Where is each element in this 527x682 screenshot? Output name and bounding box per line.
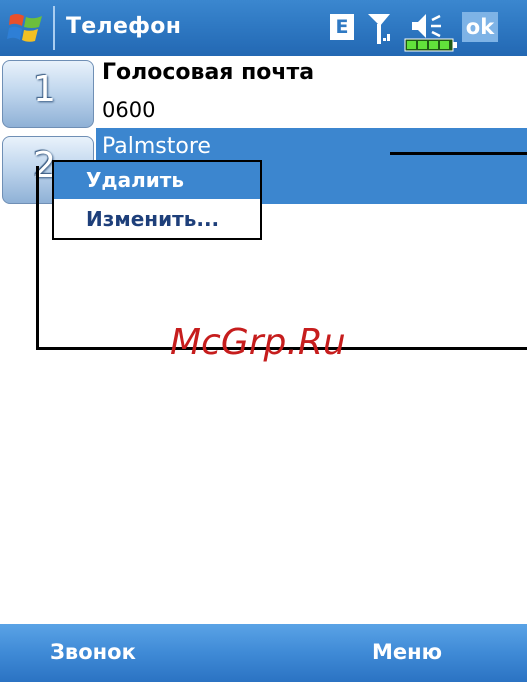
speed-dial-entry-number: 0600 — [102, 98, 156, 122]
window-title: Телефон — [66, 14, 182, 39]
speed-dial-entry-name[interactable]: Palmstore — [102, 134, 211, 159]
menu-softkey[interactable]: Меню — [372, 640, 442, 664]
speed-dial-key-label: 1 — [33, 69, 56, 110]
watermark: McGrp.Ru — [170, 322, 346, 363]
edge-network-icon[interactable]: E — [330, 14, 354, 40]
title-bar: Телефон E ok — [0, 0, 527, 56]
ok-button[interactable]: ok — [462, 12, 498, 42]
windows-start-icon[interactable] — [6, 8, 46, 48]
battery-icon — [404, 38, 457, 52]
volume-icon[interactable] — [410, 12, 450, 40]
callout-line — [390, 152, 527, 155]
signal-icon[interactable] — [366, 12, 392, 48]
speed-dial-entry-name[interactable]: Голосовая почта — [102, 60, 314, 85]
call-softkey[interactable]: Звонок — [50, 640, 136, 664]
soft-key-bar: Звонок Меню — [0, 624, 527, 682]
speed-dial-key-1[interactable]: 1 — [2, 60, 94, 128]
menu-item-edit[interactable]: Изменить... — [54, 200, 260, 238]
callout-line — [36, 166, 39, 350]
menu-item-delete[interactable]: Удалить — [54, 162, 260, 199]
title-separator — [53, 6, 55, 50]
context-menu: Удалить Изменить... — [52, 160, 262, 240]
